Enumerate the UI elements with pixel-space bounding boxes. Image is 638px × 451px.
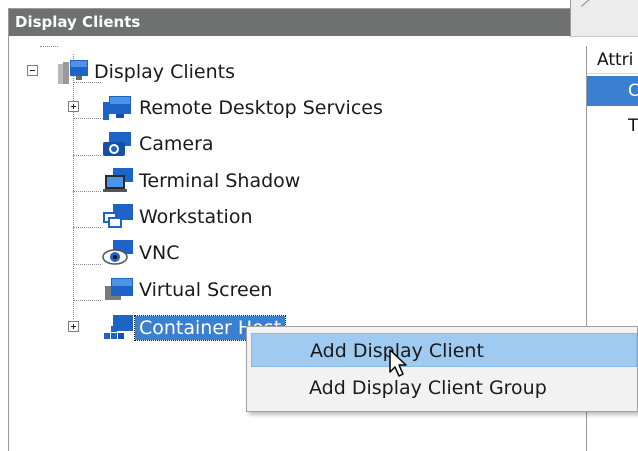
tree-node-display-clients[interactable]: Display Clients bbox=[56, 58, 239, 86]
context-menu: Add Display Client Add Display Client Gr… bbox=[246, 326, 638, 412]
mouse-pointer-icon bbox=[389, 349, 407, 377]
grid-row[interactable]: T bbox=[587, 112, 638, 140]
tree-node-remote-desktop-services[interactable]: Remote Desktop Services bbox=[101, 94, 387, 122]
tree-node-label: Virtual Screen bbox=[139, 279, 273, 301]
remote-desktop-icon bbox=[101, 94, 135, 122]
tree-connector bbox=[73, 264, 101, 265]
tree-node-terminal-shadow[interactable]: Terminal Shadow bbox=[101, 167, 304, 195]
tree-connector-root bbox=[40, 46, 58, 47]
workstation-icon bbox=[101, 203, 135, 231]
tree-node-label: Display Clients bbox=[94, 61, 235, 83]
expand-toggle-remote-desktop-services[interactable] bbox=[68, 101, 79, 112]
tree-node-label: Camera bbox=[139, 133, 214, 155]
tree-connector bbox=[73, 155, 101, 156]
tree-node-label: Terminal Shadow bbox=[139, 170, 301, 192]
tree-node-virtual-screen[interactable]: Virtual Screen bbox=[101, 276, 276, 304]
panel-title: Display Clients bbox=[9, 9, 570, 36]
collapse-toggle-display-clients[interactable] bbox=[27, 65, 38, 76]
menu-item-add-display-client-group[interactable]: Add Display Client Group bbox=[251, 371, 637, 405]
camera-icon bbox=[101, 130, 135, 158]
tree-node-label: Remote Desktop Services bbox=[139, 97, 383, 119]
tree-connector-vertical bbox=[73, 54, 74, 319]
terminal-shadow-icon bbox=[101, 167, 135, 195]
tree-node-workstation[interactable]: Workstation bbox=[101, 203, 257, 231]
tree-node-vnc[interactable]: VNC bbox=[101, 239, 183, 267]
tree-connector bbox=[73, 191, 101, 192]
tree-node-label: Workstation bbox=[139, 206, 253, 228]
tree-node-label: VNC bbox=[139, 242, 180, 264]
container-host-icon bbox=[101, 314, 135, 342]
grid-row-selected[interactable]: C bbox=[587, 76, 638, 106]
column-header-attributes[interactable]: Attri bbox=[587, 46, 638, 74]
tree-connector bbox=[73, 300, 101, 301]
menu-item-add-display-client[interactable]: Add Display Client bbox=[251, 333, 637, 367]
splitter-grip[interactable] bbox=[581, 0, 608, 7]
tree-node-camera[interactable]: Camera bbox=[101, 130, 218, 158]
vnc-icon bbox=[101, 239, 135, 267]
display-clients-icon bbox=[56, 58, 90, 86]
tree-connector bbox=[73, 227, 101, 228]
attributes-panel-header bbox=[570, 0, 638, 37]
expand-toggle-container-host[interactable] bbox=[68, 321, 79, 332]
virtual-screen-icon bbox=[101, 276, 135, 304]
tree-connector bbox=[73, 118, 101, 119]
